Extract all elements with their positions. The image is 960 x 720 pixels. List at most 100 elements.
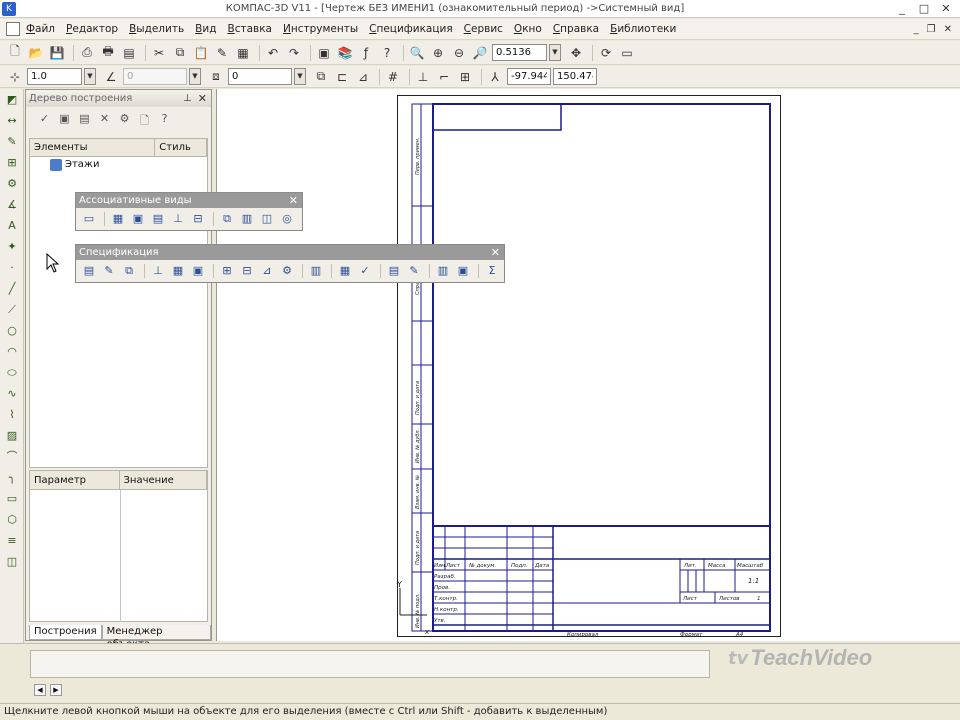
step-input[interactable]: [27, 68, 82, 85]
pin-icon[interactable]: ⊥: [183, 93, 192, 104]
snap-settings-icon[interactable]: ⊞: [456, 68, 474, 86]
close-icon[interactable]: ✕: [289, 194, 298, 207]
spec-settings-icon[interactable]: ✎: [405, 262, 423, 280]
ellipse-icon[interactable]: ⬭: [2, 363, 22, 383]
spec-page-icon[interactable]: ▣: [454, 262, 472, 280]
menu-specification[interactable]: Спецификация: [369, 23, 453, 35]
scroll-left-icon[interactable]: ◀: [34, 684, 46, 696]
coord-y-input[interactable]: [553, 68, 597, 85]
print-icon[interactable]: ⎙: [78, 44, 96, 62]
tree-row-floors[interactable]: Этажи: [30, 157, 207, 173]
tab-constructions[interactable]: Построения: [29, 625, 102, 640]
manager-icon[interactable]: ▣: [315, 44, 333, 62]
add-view-icon[interactable]: ▣: [56, 112, 73, 129]
document-icon[interactable]: [6, 22, 20, 36]
view-3d-icon[interactable]: ▥: [238, 210, 256, 228]
menu-window[interactable]: Окно: [514, 23, 542, 35]
assoc-icon[interactable]: ✦: [2, 237, 22, 257]
spline-icon[interactable]: ∿: [2, 384, 22, 404]
library-icon[interactable]: 📚: [336, 44, 354, 62]
new-document-icon[interactable]: 🗋: [6, 44, 24, 62]
paste-icon[interactable]: 📋: [192, 44, 210, 62]
reference-icon[interactable]: ◫: [258, 210, 276, 228]
menu-tools[interactable]: Инструменты: [283, 23, 358, 35]
sum-icon[interactable]: Σ: [483, 262, 501, 280]
coord-x-input[interactable]: [507, 68, 551, 85]
step-cursor-icon[interactable]: ⊹: [6, 68, 24, 86]
variables-fx-icon[interactable]: ƒ: [357, 44, 375, 62]
view-arrow-icon[interactable]: ▣: [129, 210, 147, 228]
spec-check-icon[interactable]: ✓: [356, 262, 374, 280]
polyline-icon[interactable]: ⌇: [2, 405, 22, 425]
copy-icon[interactable]: ⧉: [171, 44, 189, 62]
help-icon[interactable]: ?: [156, 112, 173, 129]
angle-icon[interactable]: ∠: [102, 68, 120, 86]
preview-icon[interactable]: ▤: [120, 44, 138, 62]
parametric-icon[interactable]: ⊿: [354, 68, 372, 86]
menu-libraries[interactable]: Библиотеки: [610, 23, 676, 35]
segment-icon[interactable]: ⟋: [2, 300, 22, 320]
specification-title-bar[interactable]: Спецификация ✕: [76, 245, 504, 260]
help-pointer-icon[interactable]: ?: [378, 44, 396, 62]
scroll-right-icon[interactable]: ▶: [50, 684, 62, 696]
menu-file[interactable]: Файл: [26, 23, 55, 35]
mdi-close-button[interactable]: ✕: [944, 24, 952, 35]
drawing-canvas[interactable]: Y x Изм. Лист № докум. Подп. Дата Разраб…: [216, 89, 960, 641]
redo-icon[interactable]: ↷: [285, 44, 303, 62]
magnet-icon[interactable]: ⊏: [333, 68, 351, 86]
spec-leader-icon[interactable]: ⊿: [258, 262, 276, 280]
spec-table-icon[interactable]: ▦: [169, 262, 187, 280]
standard-views-icon[interactable]: ▭: [80, 210, 98, 228]
spec-sheet-icon[interactable]: ▣: [189, 262, 207, 280]
zoom-scale-icon[interactable]: 🔎: [471, 44, 489, 62]
point-icon[interactable]: ·: [2, 258, 22, 278]
break-view-icon[interactable]: ⊟: [189, 210, 207, 228]
zoom-scale-dropdown[interactable]: ▼: [549, 44, 561, 61]
view-scale-icon[interactable]: ◎: [278, 210, 296, 228]
close-icon[interactable]: ✕: [198, 92, 207, 105]
save-icon[interactable]: 💾: [48, 44, 66, 62]
spec-add-icon[interactable]: ▤: [80, 262, 98, 280]
section-view-icon[interactable]: ▤: [149, 210, 167, 228]
associative-views-title-bar[interactable]: Ассоциативные виды ✕: [76, 193, 302, 208]
menu-view[interactable]: Вид: [195, 23, 216, 35]
print-preview-icon[interactable]: 🖶: [99, 44, 117, 62]
undo-icon[interactable]: ↶: [264, 44, 282, 62]
line-icon[interactable]: ╱: [2, 279, 22, 299]
sort-icon[interactable]: ✓: [36, 112, 53, 129]
spec-link-icon[interactable]: ⚙: [278, 262, 296, 280]
arc-icon[interactable]: ◠: [2, 342, 22, 362]
param-icon[interactable]: ⚙: [2, 174, 22, 194]
refresh-icon[interactable]: ⟳: [597, 44, 615, 62]
properties-icon[interactable]: ▦: [234, 44, 252, 62]
step-dropdown[interactable]: ▼: [84, 68, 96, 85]
rectangle-icon[interactable]: ▭: [2, 489, 22, 509]
mdi-restore-button[interactable]: ❐: [927, 24, 936, 35]
circle-icon[interactable]: ○: [2, 321, 22, 341]
menu-service[interactable]: Сервис: [464, 23, 503, 35]
ortho-icon[interactable]: ⌐: [435, 68, 453, 86]
column-style[interactable]: Стиль: [155, 139, 207, 156]
bezier-icon[interactable]: ⌒: [2, 447, 22, 467]
spec-geometry-icon[interactable]: ⊟: [238, 262, 256, 280]
delete-icon[interactable]: ✕: [96, 112, 113, 129]
menu-help[interactable]: Справка: [553, 23, 599, 35]
hatch-icon[interactable]: ▨: [2, 426, 22, 446]
detail-view-icon[interactable]: ⧉: [218, 210, 236, 228]
column-elements[interactable]: Элементы: [30, 139, 156, 156]
layer-icon[interactable]: ⧈: [207, 68, 225, 86]
zoom-out-icon[interactable]: ⊖: [450, 44, 468, 62]
edit-view-icon[interactable]: ▤: [76, 112, 93, 129]
document-props-icon[interactable]: 🗋: [136, 112, 153, 129]
menu-insert[interactable]: Вставка: [227, 23, 272, 35]
polygon-icon[interactable]: ⬡: [2, 510, 22, 530]
layer-dropdown[interactable]: ▼: [294, 68, 306, 85]
menu-select[interactable]: Выделить: [129, 23, 184, 35]
angle-dropdown[interactable]: ▼: [189, 68, 201, 85]
zoom-window-icon[interactable]: 🔍: [408, 44, 426, 62]
dimensions-icon[interactable]: ↔: [2, 111, 22, 131]
pan-icon[interactable]: ✥: [567, 44, 585, 62]
open-folder-icon[interactable]: 📂: [27, 44, 45, 62]
zoom-scale-input[interactable]: [492, 44, 547, 61]
zoom-in-icon[interactable]: ⊕: [429, 44, 447, 62]
